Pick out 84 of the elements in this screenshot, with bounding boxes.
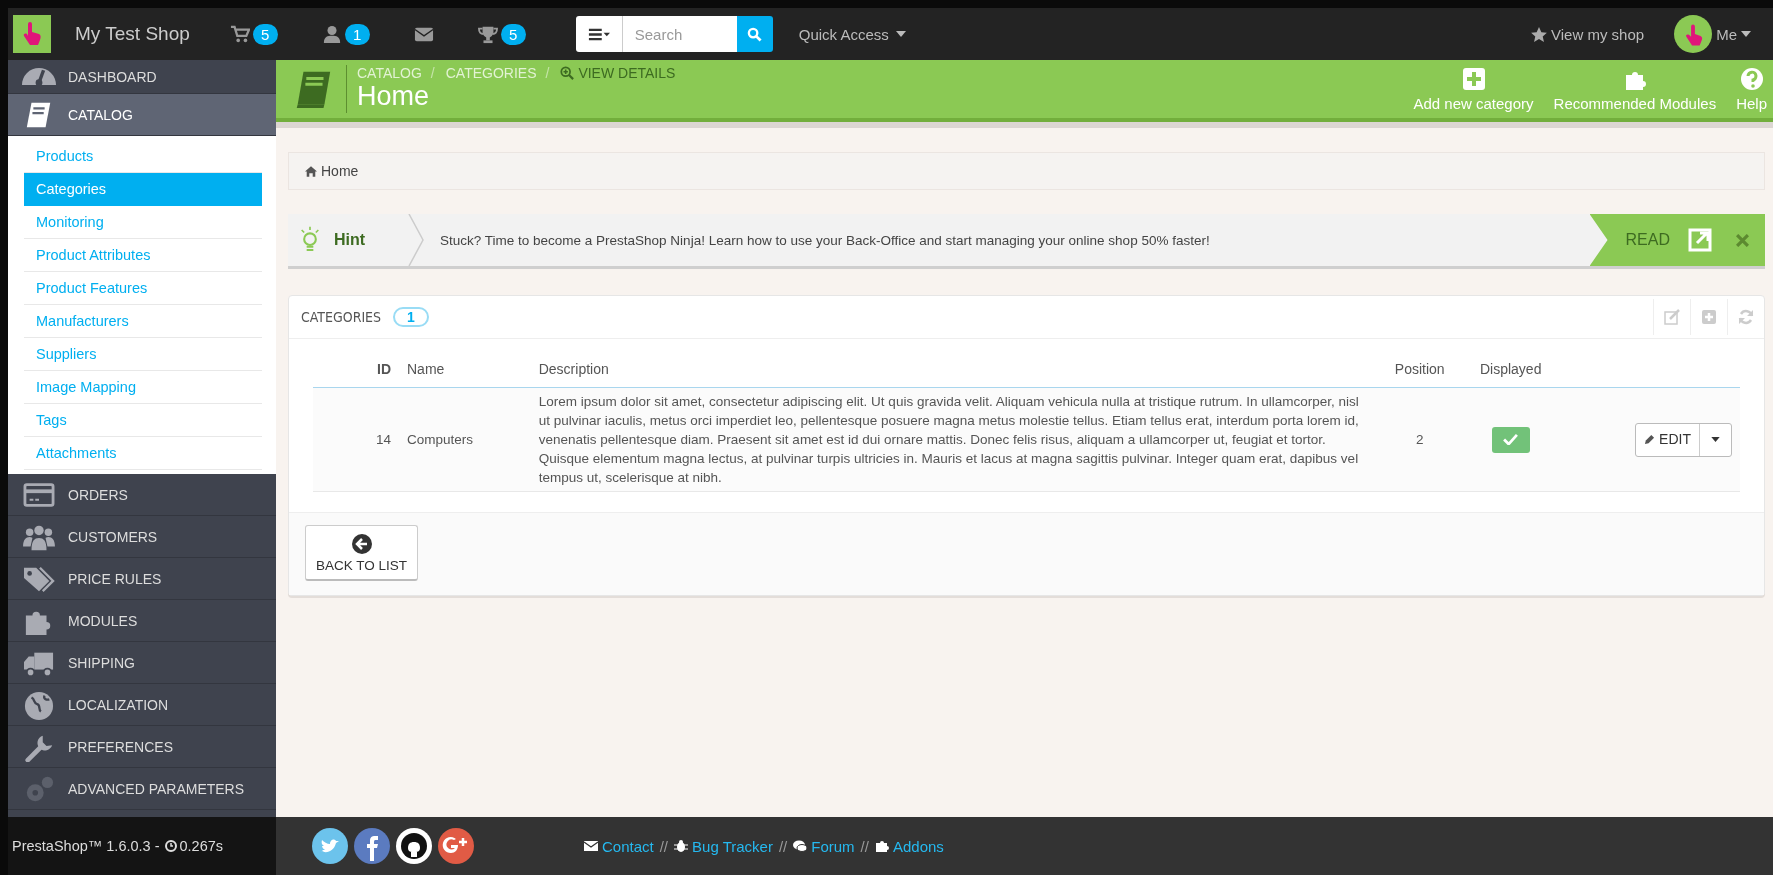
puzzle-icon xyxy=(874,839,889,853)
user-menu[interactable]: Me xyxy=(1674,15,1751,53)
count-badge: 1 xyxy=(393,307,429,327)
column-header: Position xyxy=(1394,361,1445,377)
edit-icon[interactable] xyxy=(1664,309,1680,325)
column-header: Description xyxy=(538,361,609,377)
footer-link[interactable]: Contact xyxy=(584,837,654,855)
help-icon xyxy=(1739,66,1764,91)
facebook-icon[interactable] xyxy=(354,828,390,864)
pencil-icon xyxy=(1644,434,1656,445)
trophy-icon xyxy=(477,24,498,44)
breadcrumb-separator: / xyxy=(545,65,550,81)
caret-icon xyxy=(1711,437,1720,442)
view-shop-link[interactable]: View my shop xyxy=(1531,25,1645,43)
sidebar-item[interactable]: ORDERS xyxy=(8,474,276,516)
quick-access-menu[interactable]: Quick Access xyxy=(798,25,906,43)
sidebar-item[interactable]: SHIPPING xyxy=(8,642,276,684)
hint-title: Hint xyxy=(334,231,366,249)
star-icon xyxy=(1531,26,1548,42)
sidebar-item[interactable]: PREFERENCES xyxy=(8,726,276,768)
logo-button[interactable] xyxy=(13,15,51,53)
status-toggle[interactable] xyxy=(1491,426,1530,453)
shop-name[interactable]: My Test Shop xyxy=(75,23,190,45)
refresh-icon[interactable] xyxy=(1738,309,1754,325)
load-time-text: 0.267s xyxy=(164,838,224,854)
sidebar-item[interactable]: ADVANCED PARAMETERS xyxy=(8,768,276,810)
table-cell: 2 xyxy=(1415,432,1424,447)
breadcrumb-current: VIEW DETAILS xyxy=(560,65,676,81)
link-separator: // xyxy=(659,837,669,855)
caret-icon xyxy=(1741,31,1751,37)
search-type-dropdown[interactable] xyxy=(575,16,623,52)
bird-icon[interactable] xyxy=(312,828,348,864)
home-link[interactable]: Home xyxy=(305,163,359,179)
version-text: PrestaShop™ 1.6.0.3 - xyxy=(12,838,160,854)
column-header: Displayed xyxy=(1479,361,1542,377)
breadcrumb-separator: / xyxy=(430,65,435,81)
footer-link[interactable]: Forum xyxy=(793,837,855,855)
cart-icon xyxy=(229,24,250,44)
zoom-in-icon xyxy=(560,66,575,80)
read-button[interactable]: READ xyxy=(1589,214,1722,266)
link-separator: // xyxy=(778,837,788,855)
count-badge: 5 xyxy=(500,23,526,45)
count-badge: 1 xyxy=(344,23,370,45)
dashboard-icon xyxy=(22,68,56,85)
column-header: ID xyxy=(377,361,391,377)
google-plus-icon[interactable] xyxy=(438,828,474,864)
chat-bubbles-icon xyxy=(793,839,808,853)
table-cell: Lorem ipsum dolor sit amet, consectetur adipiscing elit. Ut quis gravida velit. Aliquam vehicula nulla at tristique rutrum. In ullamcorper, nisl ut pulvinar iaculis, metus orci imperdiet leo, pellentesque posuere magna metus molestie tellus. Etiam tellus erat, interdum porta lorem id, venenatis pellentesque diam. Praesent sit amet est id dui ornare mattis. Donec felis risus, aliquam a ullamcorper ut, feugiat et tortor. Quisque elementum magna lectus, at pulvinar turpis ultricies in. Mauris et lacus at magna sagittis pulvinar. Integer quam erat, dapibus vel tempus ut, scelerisque at nibh. xyxy=(538,394,1359,485)
column-header: Name xyxy=(407,361,445,377)
hand-pointer-icon xyxy=(22,22,42,46)
user-icon xyxy=(321,24,342,44)
hint-text: Stuck? Time to become a PrestaShop Ninja! Learn how to use your Back-Office and start managing your online shop 50% faster! xyxy=(440,232,1211,248)
sidebar-item[interactable]: CUSTOMERS xyxy=(8,516,276,558)
count-badge: 5 xyxy=(252,23,278,45)
table-cell: Computers xyxy=(407,432,474,447)
link-separator: // xyxy=(860,837,869,855)
close-icon xyxy=(1736,233,1749,247)
search-field[interactable]: Search xyxy=(622,16,737,52)
lightbulb-icon xyxy=(300,226,320,254)
table-cell: 14 xyxy=(375,432,391,447)
search-button[interactable] xyxy=(736,16,773,52)
footer-link[interactable]: Addons xyxy=(874,837,944,855)
back-button[interactable]: BACK TO LIST xyxy=(305,525,419,581)
check-icon xyxy=(1503,434,1519,445)
external-link-icon xyxy=(1688,228,1712,252)
close-button[interactable] xyxy=(1722,214,1765,266)
sidebar-item[interactable]: PRICE RULES xyxy=(8,558,276,600)
envelope-icon xyxy=(584,839,598,853)
sidebar-item[interactable]: LOCALIZATION xyxy=(8,684,276,726)
menu-icon xyxy=(587,27,610,41)
sidebar-item[interactable]: CATALOG xyxy=(8,94,276,136)
clock-icon xyxy=(164,840,177,852)
panel-title: CATEGORIES xyxy=(301,309,382,325)
avatar-icon xyxy=(1674,15,1713,53)
sidebar-item[interactable]: MODULES xyxy=(8,600,276,642)
plus-icon[interactable] xyxy=(1701,309,1717,325)
page-title: Home xyxy=(357,81,431,111)
bug-icon xyxy=(674,839,689,853)
caret-icon xyxy=(895,31,906,37)
globe-icon xyxy=(22,689,56,720)
search-icon xyxy=(747,26,763,42)
plus-icon xyxy=(1461,66,1486,91)
home-icon xyxy=(305,165,317,177)
footer-link[interactable]: Bug Tracker xyxy=(674,837,773,855)
